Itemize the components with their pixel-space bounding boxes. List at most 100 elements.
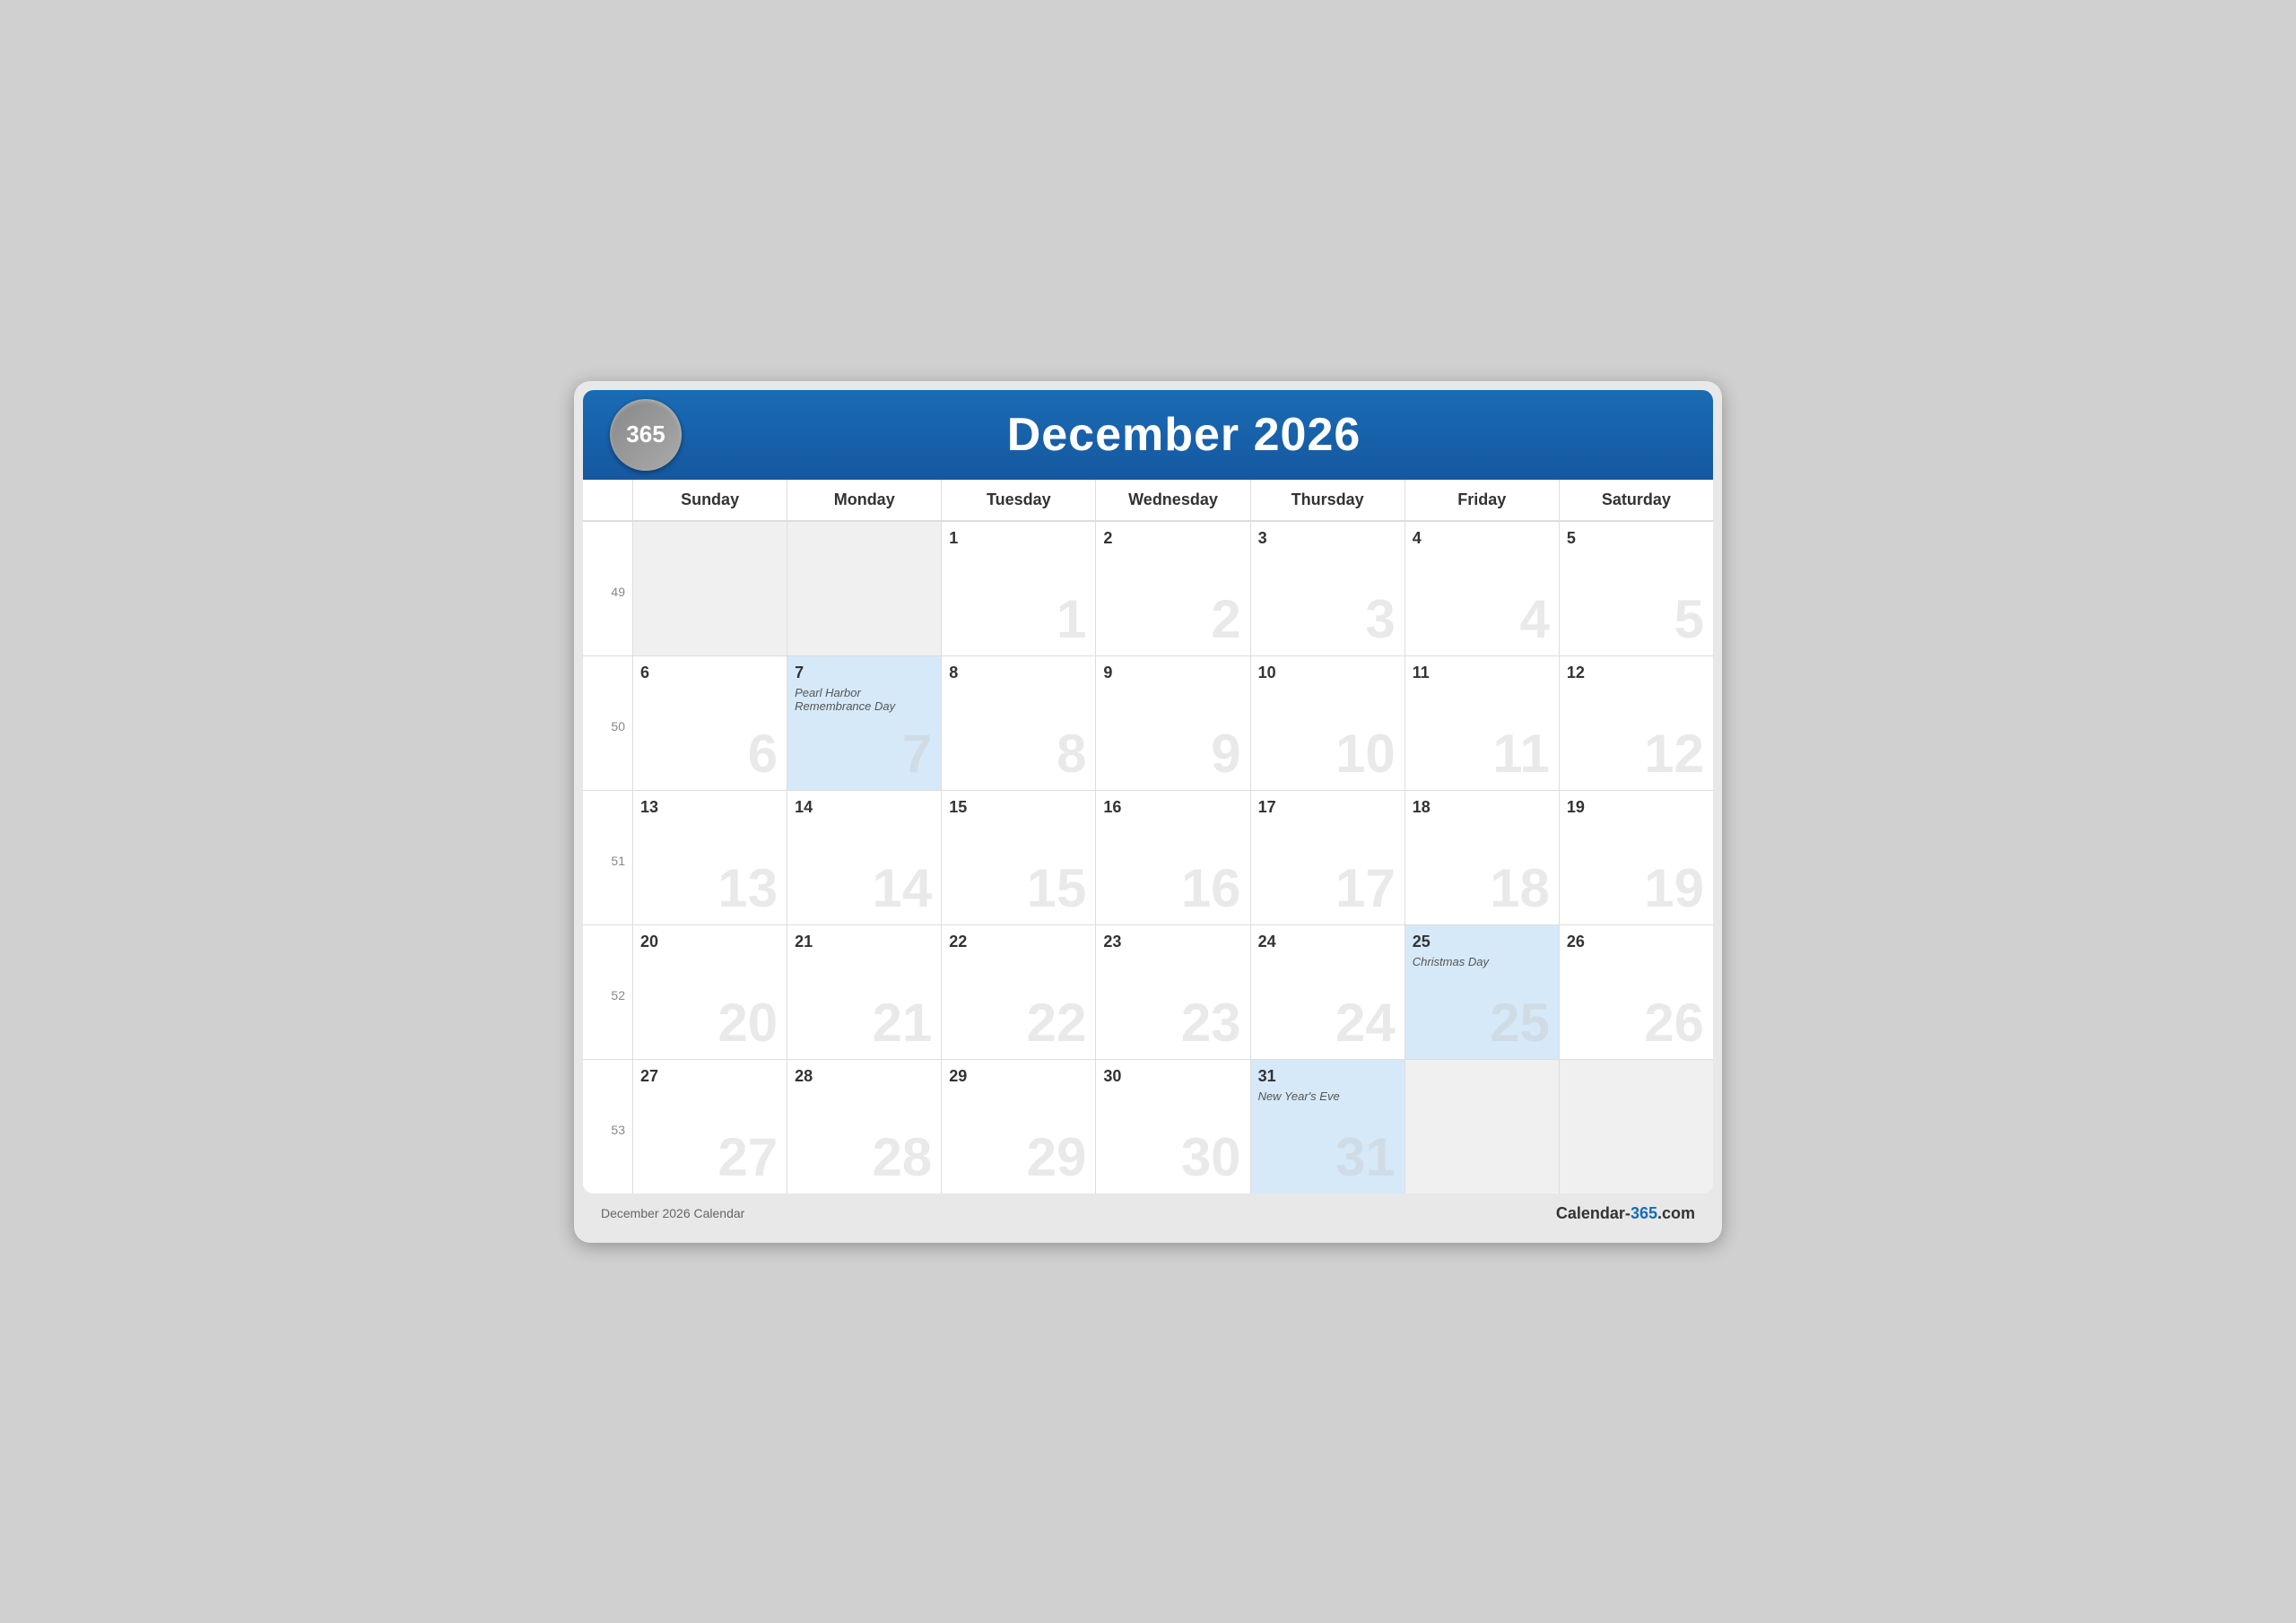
calendar-inner: 365 December 2026 SundayMondayTuesdayWed…: [583, 390, 1713, 1193]
cell-day-number: 27: [640, 1067, 779, 1086]
calendar-cell[interactable]: 55: [1559, 521, 1713, 655]
cell-watermark: 9: [1211, 727, 1240, 781]
cell-day-number: 15: [949, 798, 1088, 817]
calendar-cell[interactable]: 11: [941, 521, 1095, 655]
calendar-cell[interactable]: 1818: [1405, 790, 1559, 924]
calendar-cell[interactable]: 2626: [1559, 924, 1713, 1059]
calendar-wrapper: 365 December 2026 SundayMondayTuesdayWed…: [574, 381, 1722, 1243]
calendar-cell[interactable]: 2828: [787, 1059, 941, 1193]
cell-day-number: 23: [1103, 933, 1242, 951]
calendar-cell[interactable]: 27 27: [632, 1059, 787, 1193]
cell-watermark: 18: [1490, 862, 1550, 916]
cell-day-number: 24: [1258, 933, 1397, 951]
calendar-cell[interactable]: 14 14: [787, 790, 941, 924]
cell-watermark: 6: [748, 727, 778, 781]
cell-watermark: 20: [718, 996, 778, 1050]
cell-watermark: 24: [1335, 996, 1396, 1050]
cell-watermark: 12: [1644, 727, 1704, 781]
cell-day-number: 5: [1567, 529, 1706, 548]
calendar-cell[interactable]: 1717: [1250, 790, 1405, 924]
calendar-cell[interactable]: 2525Christmas Day: [1405, 924, 1559, 1059]
calendar-cell[interactable]: 99: [1095, 655, 1249, 790]
calendar-cell[interactable]: 12 12: [1559, 655, 1713, 790]
week-num-header: [583, 480, 632, 520]
cell-day-number: 13: [640, 798, 779, 817]
calendar-cell[interactable]: 1010: [1250, 655, 1405, 790]
logo-badge: 365: [610, 399, 682, 471]
calendar-cell[interactable]: [1559, 1059, 1713, 1193]
day-header-sunday: Sunday: [632, 480, 787, 520]
cell-watermark: 8: [1057, 727, 1086, 781]
calendar-header: 365 December 2026: [583, 390, 1713, 480]
cell-day-number: 14: [795, 798, 934, 817]
footer-brand-suffix: .com: [1657, 1204, 1695, 1222]
cell-day-number: 2: [1103, 529, 1242, 548]
cell-day-number: 21: [795, 933, 934, 951]
week-number-52: 52: [583, 924, 632, 1059]
week-number-50: 50: [583, 655, 632, 790]
calendar-cell[interactable]: 77Pearl Harbor Remembrance Day: [787, 655, 941, 790]
cell-watermark: 30: [1181, 1131, 1241, 1185]
cell-watermark: 14: [873, 862, 933, 916]
cell-watermark: 5: [1674, 593, 1704, 647]
calendar-cell[interactable]: [632, 521, 787, 655]
calendar-cell[interactable]: 21 21: [787, 924, 941, 1059]
cell-watermark: 21: [873, 996, 933, 1050]
calendar-footer: December 2026 Calendar Calendar-365.com: [583, 1193, 1713, 1234]
calendar-cell[interactable]: 44: [1405, 521, 1559, 655]
cell-watermark: 16: [1181, 862, 1241, 916]
cell-holiday: New Year's Eve: [1258, 1089, 1397, 1103]
day-header-monday: Monday: [787, 480, 941, 520]
footer-brand-blue: 365: [1631, 1204, 1657, 1222]
cell-day-number: 31: [1258, 1067, 1397, 1086]
cell-watermark: 25: [1490, 996, 1550, 1050]
calendar-cell[interactable]: 3131New Year's Eve: [1250, 1059, 1405, 1193]
calendar-grid: 491122334455506677Pearl Harbor Remembran…: [583, 521, 1713, 1193]
cell-watermark: 1: [1057, 593, 1086, 647]
day-headers: SundayMondayTuesdayWednesdayThursdayFrid…: [583, 480, 1713, 521]
calendar-cell[interactable]: 2020: [632, 924, 787, 1059]
footer-left: December 2026 Calendar: [601, 1206, 744, 1220]
calendar-cell[interactable]: [1405, 1059, 1559, 1193]
calendar-cell[interactable]: 66: [632, 655, 787, 790]
calendar-cell[interactable]: 23 23: [1095, 924, 1249, 1059]
calendar-cell[interactable]: 33: [1250, 521, 1405, 655]
cell-watermark: 28: [873, 1131, 933, 1185]
calendar-cell[interactable]: 1616: [1095, 790, 1249, 924]
calendar-cell[interactable]: 24 24: [1250, 924, 1405, 1059]
cell-day-number: 11: [1413, 664, 1552, 682]
cell-day-number: 9: [1103, 664, 1242, 682]
cell-day-number: 25: [1413, 933, 1552, 951]
calendar-cell[interactable]: 88: [941, 655, 1095, 790]
cell-watermark: 13: [718, 862, 778, 916]
cell-watermark: 11: [1492, 727, 1549, 781]
week-number-51: 51: [583, 790, 632, 924]
calendar-cell[interactable]: 22: [1095, 521, 1249, 655]
cell-watermark: 19: [1644, 862, 1704, 916]
cell-day-number: 12: [1567, 664, 1706, 682]
cell-watermark: 23: [1181, 996, 1241, 1050]
calendar-cell[interactable]: 11 11: [1405, 655, 1559, 790]
cell-day-number: 4: [1413, 529, 1552, 548]
cell-watermark: 7: [902, 727, 932, 781]
calendar-cell[interactable]: 2929: [941, 1059, 1095, 1193]
calendar-cell[interactable]: [787, 521, 941, 655]
cell-watermark: 17: [1335, 862, 1396, 916]
cell-day-number: 20: [640, 933, 779, 951]
cell-watermark: 22: [1027, 996, 1087, 1050]
calendar-cell[interactable]: 3030: [1095, 1059, 1249, 1193]
day-header-friday: Friday: [1405, 480, 1559, 520]
calendar-cell[interactable]: 1515: [941, 790, 1095, 924]
calendar-cell[interactable]: 2222: [941, 924, 1095, 1059]
calendar-cell[interactable]: 13 13: [632, 790, 787, 924]
week-number-53: 53: [583, 1059, 632, 1193]
cell-watermark: 27: [718, 1131, 778, 1185]
cell-watermark: 29: [1027, 1131, 1087, 1185]
calendar-cell[interactable]: 1919: [1559, 790, 1713, 924]
footer-right: Calendar-365.com: [1556, 1204, 1695, 1223]
footer-brand-text: Calendar-: [1556, 1204, 1631, 1222]
cell-watermark: 2: [1211, 593, 1240, 647]
cell-watermark: 10: [1335, 727, 1396, 781]
cell-watermark: 4: [1519, 593, 1549, 647]
cell-day-number: 26: [1567, 933, 1706, 951]
